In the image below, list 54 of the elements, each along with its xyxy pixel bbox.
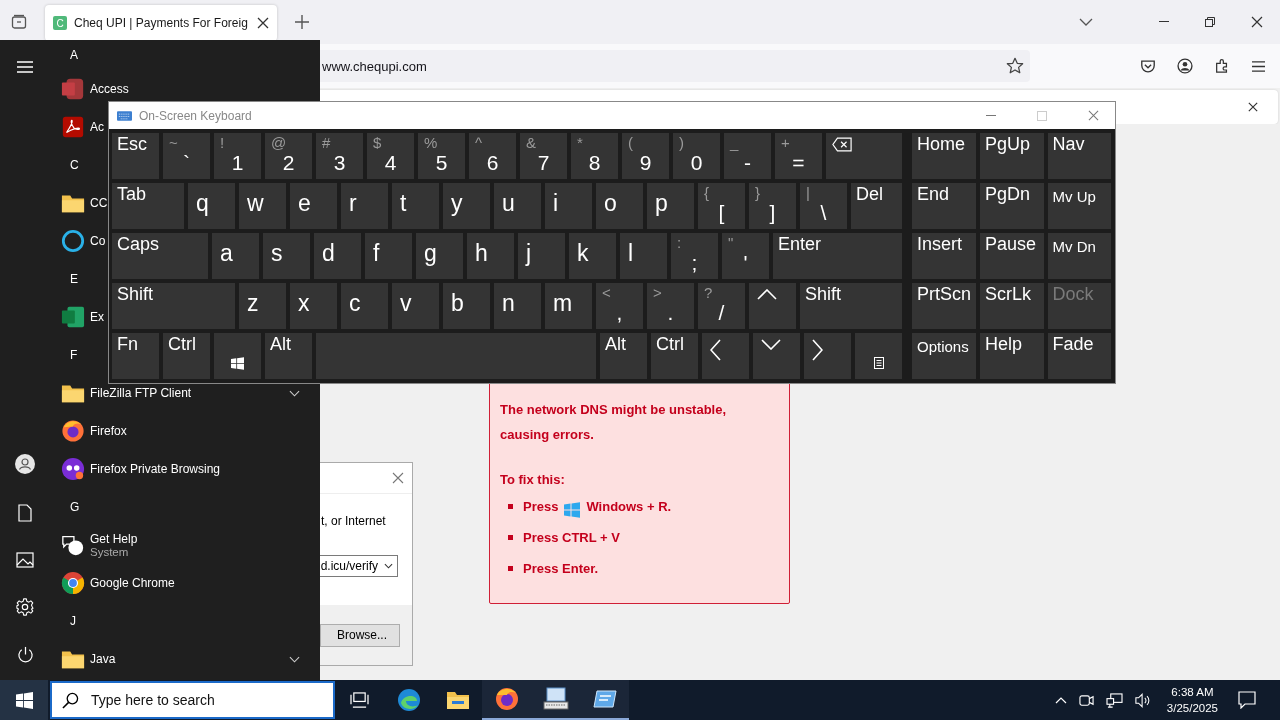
shift-symbol: # <box>322 135 331 151</box>
key-symbol: 5 <box>435 151 448 175</box>
key-symbol: 8 <box>588 151 601 175</box>
url-text: www.chequpi.com <box>322 58 427 74</box>
key-symbol: 6 <box>486 151 499 175</box>
shift-symbol: ? <box>704 285 713 301</box>
key-symbol: 7 <box>537 151 550 175</box>
key-symbol: 0 <box>690 151 703 175</box>
key-symbol: ` <box>183 151 190 175</box>
shift-symbol: > <box>653 285 662 301</box>
shift-symbol: " <box>728 235 734 251</box>
dialog-text: t, or Internet <box>321 514 386 528</box>
fix-heading: To fix this: <box>500 472 566 487</box>
shift-symbol: & <box>526 135 536 151</box>
shift-symbol: : <box>677 235 682 251</box>
shift-symbol: _ <box>730 135 739 151</box>
shift-symbol: % <box>424 135 438 151</box>
key-symbol: , <box>616 301 623 325</box>
shift-symbol: ^ <box>475 135 483 151</box>
shift-symbol: ~ <box>169 135 178 151</box>
shift-symbol: | <box>806 185 810 201</box>
key-symbol: / <box>718 301 725 325</box>
shift-symbol: } <box>755 185 760 201</box>
key-symbol: ; <box>691 251 698 275</box>
key-symbol: 4 <box>384 151 397 175</box>
shift-symbol: < <box>602 285 611 301</box>
key-symbol: - <box>744 151 751 175</box>
key-symbol: 3 <box>333 151 346 175</box>
shift-symbol: ) <box>679 135 684 151</box>
shift-symbol: { <box>704 185 709 201</box>
tab-title: Cheq UPI | Payments For Foreig <box>74 16 249 30</box>
key-symbol: . <box>667 301 674 325</box>
step-text: Press <box>523 499 559 514</box>
shift-symbol: + <box>781 135 790 151</box>
step-text: Windows + R. <box>586 499 672 514</box>
key-symbol: ' <box>743 251 748 275</box>
window-title: On-Screen Keyboard <box>139 108 252 123</box>
shift-symbol: ( <box>628 135 633 151</box>
step-text: Press Enter. <box>523 561 599 576</box>
shift-symbol: @ <box>271 135 287 151</box>
key-symbol: 1 <box>231 151 244 175</box>
key-symbol: 2 <box>282 151 295 175</box>
key-symbol: \ <box>820 201 827 225</box>
site-favicon: C <box>53 16 67 30</box>
key-symbol: = <box>792 151 805 175</box>
key-symbol: ] <box>769 201 776 225</box>
shift-symbol: ! <box>220 135 225 151</box>
shift-symbol: * <box>577 135 583 151</box>
key-symbol: 9 <box>639 151 652 175</box>
dropdown-value: d.icu/verify <box>320 559 378 573</box>
step-text: Press CTRL + V <box>523 530 620 545</box>
shift-symbol: $ <box>373 135 382 151</box>
key-symbol: [ <box>718 201 725 225</box>
warning-message: The network DNS might be unstable, causing errors. <box>500 401 728 444</box>
